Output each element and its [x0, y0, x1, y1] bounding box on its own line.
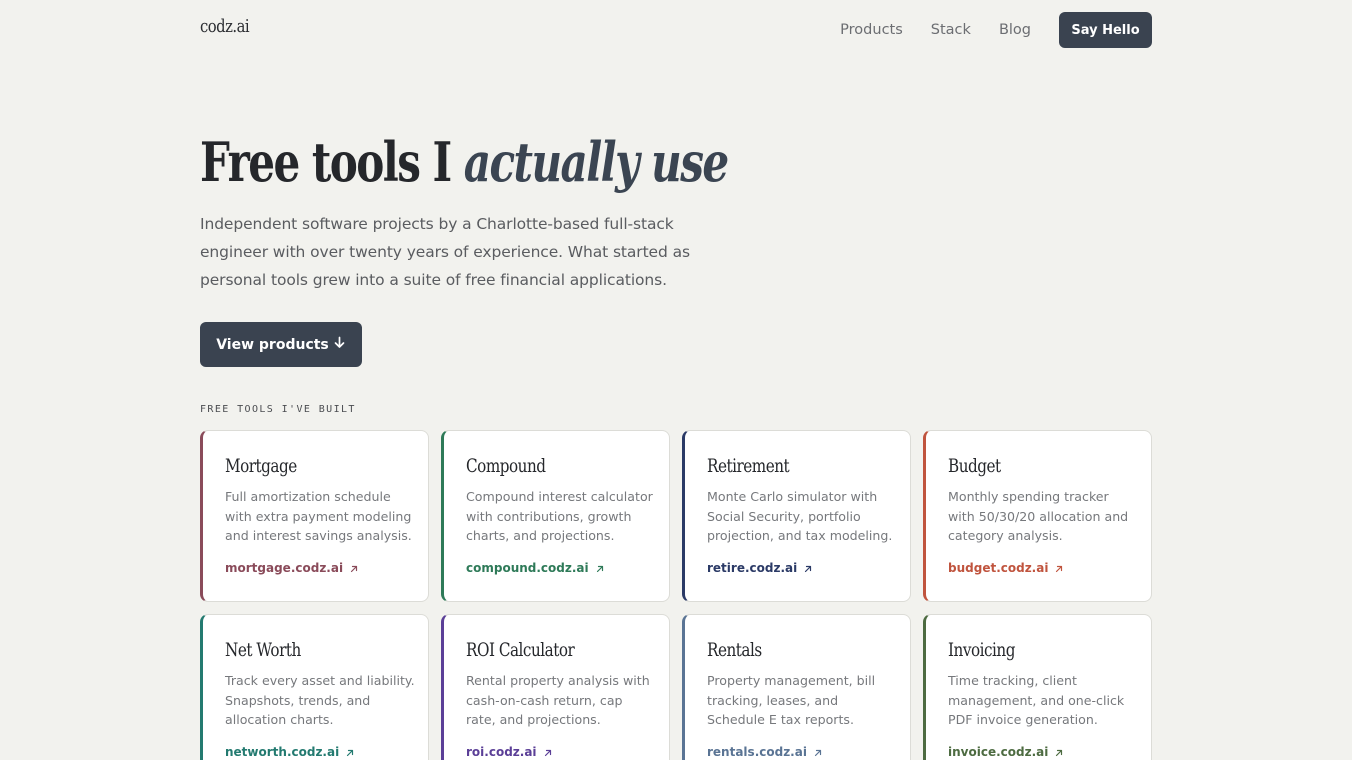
- hero-title-accent: actually use: [463, 130, 729, 194]
- product-card[interactable]: Invoicing Time tracking, client managemen…: [923, 614, 1152, 760]
- section-label: FREE TOOLS I'VE BUILT: [200, 404, 356, 415]
- product-title: Rentals: [707, 639, 762, 661]
- product-card[interactable]: Budget Monthly spending tracker with 50/3…: [923, 430, 1152, 602]
- nav-stack[interactable]: Stack: [931, 22, 971, 38]
- nav-products[interactable]: Products: [840, 22, 903, 38]
- page: codz.ai Products Stack Blog Say Hello Fr…: [200, 0, 1152, 760]
- product-link[interactable]: budget.codz.ai: [948, 561, 1064, 575]
- external-link-icon: [1054, 563, 1064, 573]
- logo[interactable]: codz.ai: [200, 16, 250, 37]
- product-link-text: budget.codz.ai: [948, 561, 1049, 575]
- product-link-text: retire.codz.ai: [707, 561, 798, 575]
- arrow-down-icon: [333, 336, 346, 353]
- product-description: Full amortization schedule with extra pa…: [225, 489, 412, 543]
- product-link-text: invoice.codz.ai: [948, 745, 1049, 759]
- external-link-icon: [349, 563, 359, 573]
- nav-blog[interactable]: Blog: [999, 22, 1031, 38]
- hero-title-plain: Free tools I: [200, 130, 464, 194]
- product-description: Compound interest calculator with contri…: [466, 489, 653, 543]
- product-description: Monthly spending tracker with 50/30/20 a…: [948, 489, 1129, 543]
- product-title: Retirement: [707, 455, 790, 477]
- external-link-icon: [813, 747, 823, 757]
- product-card[interactable]: Retirement Monte Carlo simulator with Soc…: [682, 430, 911, 602]
- product-link-text: compound.codz.ai: [466, 561, 589, 575]
- product-link[interactable]: retire.codz.ai: [707, 561, 813, 575]
- product-card[interactable]: Net Worth Track every asset and liability…: [200, 614, 429, 760]
- product-card[interactable]: Mortgage Full amortization schedule with …: [200, 430, 429, 602]
- product-description: Track every asset and liability. Snapsho…: [225, 673, 415, 727]
- product-link[interactable]: networth.codz.ai: [225, 745, 355, 759]
- product-title: ROI Calculator: [466, 639, 575, 661]
- product-description: Monte Carlo simulator with Social Securi…: [707, 489, 893, 543]
- product-link-text: rentals.codz.ai: [707, 745, 807, 759]
- product-link[interactable]: roi.codz.ai: [466, 745, 553, 759]
- product-title: Budget: [948, 455, 1001, 477]
- hero-title: Free tools I actually use: [200, 128, 729, 196]
- product-title: Mortgage: [225, 455, 297, 477]
- product-title: Compound: [466, 455, 546, 477]
- product-link[interactable]: compound.codz.ai: [466, 561, 605, 575]
- view-products-label: View products: [216, 336, 329, 353]
- product-card[interactable]: Compound Compound interest calculator wit…: [441, 430, 670, 602]
- external-link-icon: [1054, 747, 1064, 757]
- view-products-button[interactable]: View products: [200, 322, 362, 367]
- product-title: Net Worth: [225, 639, 301, 661]
- product-link[interactable]: mortgage.codz.ai: [225, 561, 359, 575]
- product-title: Invoicing: [948, 639, 1015, 661]
- product-link[interactable]: rentals.codz.ai: [707, 745, 823, 759]
- product-link-text: networth.codz.ai: [225, 745, 340, 759]
- say-hello-button[interactable]: Say Hello: [1059, 12, 1152, 48]
- hero-subtitle: Independent software projects by a Charl…: [200, 215, 690, 289]
- product-link-text: mortgage.codz.ai: [225, 561, 344, 575]
- external-link-icon: [803, 563, 813, 573]
- product-link[interactable]: invoice.codz.ai: [948, 745, 1064, 759]
- external-link-icon: [345, 747, 355, 757]
- external-link-icon: [595, 563, 605, 573]
- product-description: Rental property analysis with cash-on-ca…: [466, 673, 650, 727]
- product-link-text: roi.codz.ai: [466, 745, 537, 759]
- site-header: codz.ai Products Stack Blog Say Hello: [200, 0, 1152, 60]
- external-link-icon: [543, 747, 553, 757]
- product-description: Property management, bill tracking, leas…: [707, 673, 876, 727]
- product-card[interactable]: Rentals Property management, bill trackin…: [682, 614, 911, 760]
- main-nav: Products Stack Blog Say Hello: [840, 12, 1152, 48]
- product-card[interactable]: ROI Calculator Rental property analysis w…: [441, 614, 670, 760]
- product-description: Time tracking, client management, and on…: [948, 673, 1125, 727]
